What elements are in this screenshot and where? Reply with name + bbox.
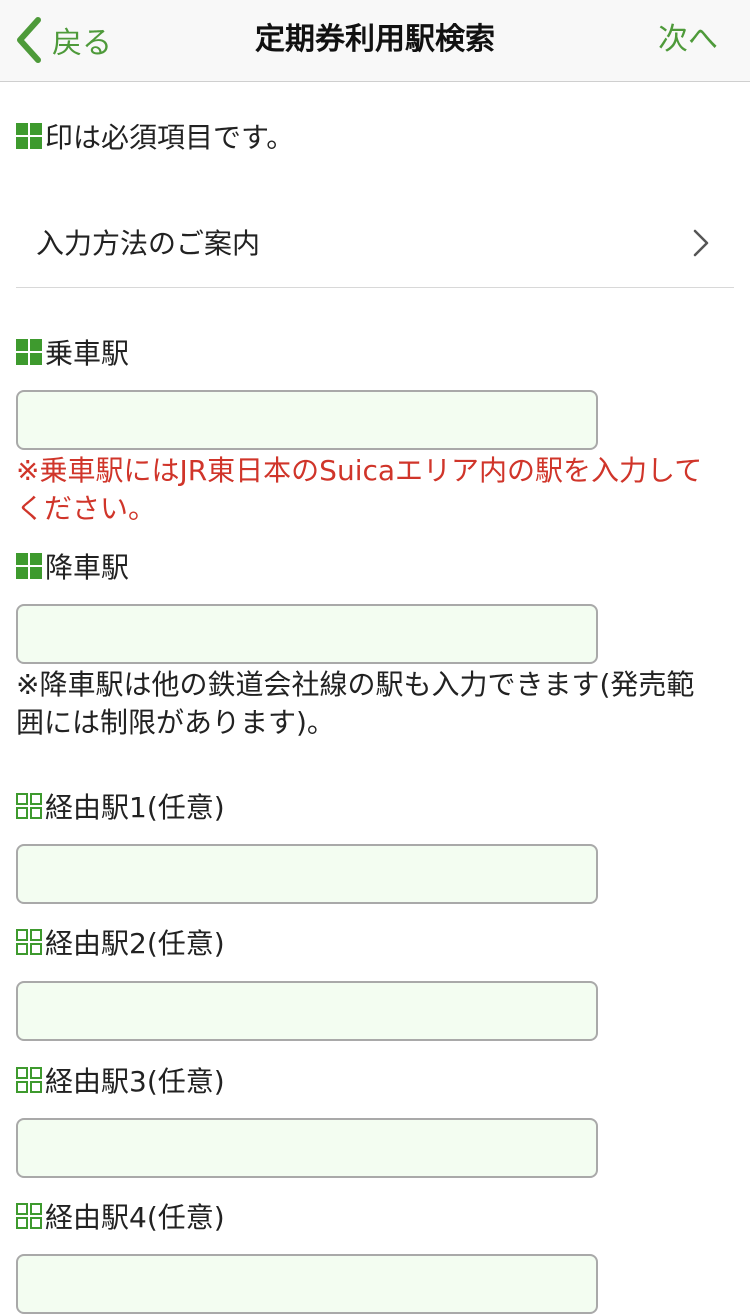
via-station-2-label: 経由駅2(任意) — [16, 922, 225, 962]
boarding-station-input[interactable] — [16, 390, 598, 450]
via-station-4-label: 経由駅4(任意) — [16, 1196, 225, 1236]
via-station-1-label-text: 経由駅1(任意) — [45, 791, 225, 824]
alighting-station-label: 降車駅 — [16, 546, 129, 586]
required-note: 印は必須項目です。 — [16, 116, 294, 156]
alighting-station-input[interactable] — [16, 604, 598, 664]
optional-mark-icon — [16, 1067, 42, 1093]
via-station-4-label-text: 経由駅4(任意) — [45, 1201, 225, 1234]
required-note-text: 印は必須項目です。 — [45, 121, 295, 154]
chevron-right-icon — [693, 229, 709, 257]
optional-mark-icon — [16, 1203, 42, 1229]
boarding-station-hint: ※乗車駅にはJR東日本のSuicaエリア内の駅を入力してください。 — [16, 454, 703, 525]
back-button-label: 戻る — [52, 26, 112, 61]
via-station-2-input[interactable] — [16, 981, 598, 1041]
page-title: 定期券利用駅検索 — [255, 22, 495, 57]
via-station-1-label: 経由駅1(任意) — [16, 786, 225, 826]
back-button[interactable]: 戻る — [14, 14, 112, 66]
next-button[interactable]: 次へ — [658, 0, 718, 80]
optional-mark-icon — [16, 929, 42, 955]
boarding-station-label: 乗車駅 — [16, 332, 129, 372]
input-guide-label: 入力方法のご案内 — [36, 227, 261, 260]
via-station-3-label: 経由駅3(任意) — [16, 1060, 225, 1100]
alighting-station-label-text: 降車駅 — [45, 551, 130, 584]
input-guide-row[interactable]: 入力方法のご案内 — [16, 200, 734, 288]
via-station-1-input[interactable] — [16, 844, 598, 904]
required-mark-icon — [16, 123, 42, 149]
alighting-station-hint: ※降車駅は他の鉄道会社線の駅も入力できます(発売範囲には制限があります)。 — [16, 668, 695, 739]
via-station-4-input[interactable] — [16, 1254, 598, 1314]
via-station-3-input[interactable] — [16, 1118, 598, 1178]
navigation-bar: 戻る 定期券利用駅検索 次へ — [0, 0, 750, 82]
via-station-3-label-text: 経由駅3(任意) — [45, 1065, 225, 1098]
required-mark-icon — [16, 553, 42, 579]
via-station-2-label-text: 経由駅2(任意) — [45, 927, 225, 960]
required-mark-icon — [16, 339, 42, 365]
optional-mark-icon — [16, 793, 42, 819]
boarding-station-label-text: 乗車駅 — [45, 337, 130, 370]
chevron-left-icon — [17, 17, 41, 63]
